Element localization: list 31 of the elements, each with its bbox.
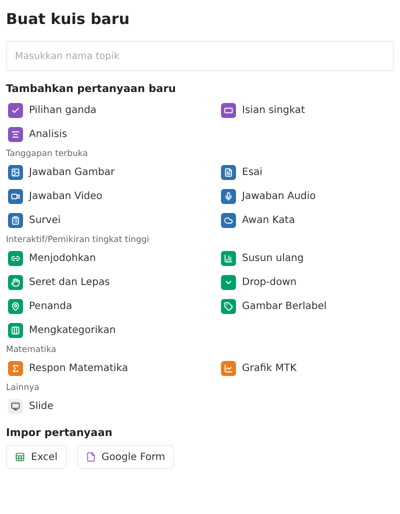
question-type-item[interactable]: Jawaban Video	[6, 187, 219, 205]
question-type-item[interactable]: Drop-down	[219, 273, 394, 291]
question-type-item[interactable]: Penanda	[6, 297, 219, 315]
group-heading: Interaktif/Pemikiran tingkat tinggi	[6, 235, 150, 245]
group-heading: Matematika	[6, 345, 58, 355]
question-type-item[interactable]: Jawaban Audio	[219, 187, 394, 205]
question-type-item[interactable]: Gambar Berlabel	[219, 297, 394, 315]
question-type-item[interactable]: Analisis	[6, 125, 219, 143]
document-icon	[86, 452, 96, 462]
question-type-item[interactable]: Seret dan Lepas	[6, 273, 219, 291]
question-type-item[interactable]: Mengkategorikan	[6, 321, 219, 339]
question-type-item[interactable]: Isian singkat	[219, 101, 394, 119]
question-type-item[interactable]: Survei	[6, 211, 219, 229]
topic-input-field[interactable]: Masukkan nama topik	[6, 41, 394, 71]
question-type-item[interactable]: Menjodohkan	[6, 249, 219, 267]
page-title: Buat kuis baru	[6, 10, 131, 28]
question-type-item[interactable]: Susun ulang	[219, 249, 394, 267]
question-type-item[interactable]: Jawaban Gambar	[6, 163, 219, 181]
question-type-item[interactable]: Pilihan ganda	[6, 101, 219, 119]
google-form-button[interactable]: Google Form	[76, 445, 174, 469]
question-type-item[interactable]: Esai	[219, 163, 394, 181]
excel-button[interactable]: Excel	[6, 445, 66, 469]
question-type-item[interactable]: Awan Kata	[219, 211, 394, 229]
section-heading: Tambahkan pertanyaan baru	[6, 83, 177, 95]
question-type-item[interactable]: Grafik MTK	[219, 359, 394, 377]
group-heading: Tanggapan terbuka	[6, 149, 89, 159]
question-type-item[interactable]: Slide	[6, 397, 219, 415]
question-type-item[interactable]: Respon Matematika	[6, 359, 219, 377]
sheet-icon	[15, 452, 25, 462]
group-heading: Lainnya	[6, 383, 40, 393]
section-heading: Impor pertanyaan	[6, 427, 114, 439]
